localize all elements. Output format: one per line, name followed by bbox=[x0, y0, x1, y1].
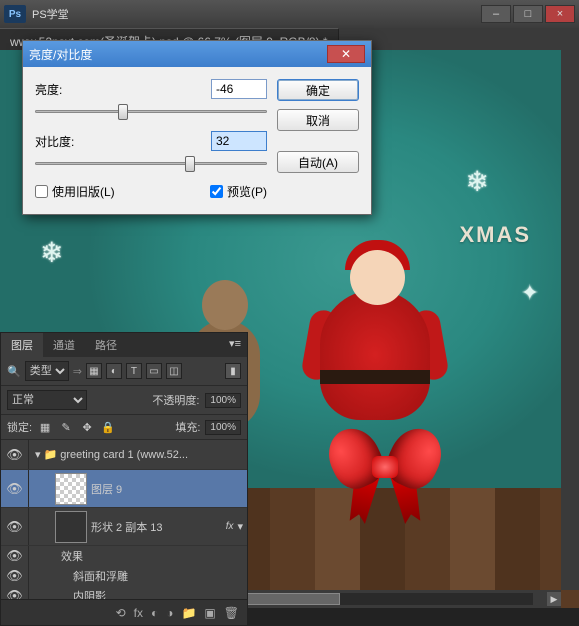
slider-thumb[interactable] bbox=[118, 104, 128, 120]
preview-input[interactable] bbox=[210, 185, 223, 198]
lock-all-icon[interactable]: 🔒 bbox=[100, 419, 116, 435]
tab-channels[interactable]: 通道 bbox=[43, 333, 85, 357]
app-badge: Ps bbox=[4, 5, 26, 23]
layer-row[interactable]: 👁 形状 2 副本 13 fx ▾ bbox=[1, 508, 247, 546]
canvas-text-xmas: XMAS bbox=[459, 222, 531, 248]
santa-graphic bbox=[300, 250, 450, 450]
filter-shape-icon[interactable]: ▭ bbox=[146, 363, 162, 379]
lock-row: 锁定: ▦ ✎ ✥ 🔒 填充: 100% bbox=[1, 415, 247, 440]
fx-inner-shadow-row[interactable]: 👁 内阴影 bbox=[1, 586, 247, 599]
scroll-right-icon[interactable]: ▶ bbox=[547, 592, 561, 606]
layers-bottom-bar: ⟲ fx ◐ ◑ 📁 ▣ 🗑 bbox=[1, 599, 247, 625]
brightness-contrast-dialog: 亮度/对比度 ✕ 亮度: 对比度: bbox=[22, 40, 372, 215]
window-maximize-button[interactable]: □ bbox=[513, 5, 543, 23]
fill-label: 填充: bbox=[175, 419, 200, 435]
layer-name[interactable]: 图层 9 bbox=[91, 481, 243, 497]
new-group-icon[interactable]: 📁 bbox=[181, 606, 196, 620]
blend-mode-select[interactable]: 正常 bbox=[7, 390, 87, 410]
layer-filter-row: 🔍 类型 ⇒ ▦ ◐ T ▭ ◫ ▮ bbox=[1, 357, 247, 386]
fx-bevel-row[interactable]: 👁 斜面和浮雕 bbox=[1, 566, 247, 586]
blend-row: 正常 不透明度: 100% bbox=[1, 386, 247, 415]
fx-badge[interactable]: fx bbox=[226, 521, 234, 532]
filter-pixel-icon[interactable]: ▦ bbox=[86, 363, 102, 379]
use-legacy-input[interactable] bbox=[35, 185, 48, 198]
preview-checkbox[interactable]: 预览(P) bbox=[210, 183, 267, 200]
panel-menu-icon[interactable]: ▾≡ bbox=[223, 333, 247, 357]
new-layer-icon[interactable]: ▣ bbox=[204, 606, 215, 620]
app-titlebar: Ps PS学堂 – □ × bbox=[0, 0, 579, 28]
fx-collapse-icon[interactable]: ▾ bbox=[237, 520, 243, 533]
visibility-toggle[interactable]: 👁 bbox=[1, 586, 29, 599]
lock-position-icon[interactable]: ✥ bbox=[79, 419, 95, 435]
lock-label: 锁定: bbox=[7, 419, 32, 435]
titlebar-doc-label: PS学堂 bbox=[32, 6, 69, 22]
layer-mask-icon[interactable]: ◐ bbox=[151, 606, 158, 620]
layer-name[interactable]: greeting card 1 (www.52... bbox=[60, 449, 243, 461]
fill-value[interactable]: 100% bbox=[205, 420, 241, 435]
visibility-toggle[interactable]: 👁 bbox=[1, 508, 29, 545]
visibility-toggle[interactable]: 👁 bbox=[1, 566, 29, 586]
contrast-slider[interactable] bbox=[35, 153, 267, 175]
fx-effects-row[interactable]: 👁 效果 bbox=[1, 546, 247, 566]
filter-smart-icon[interactable]: ◫ bbox=[166, 363, 182, 379]
layer-row-selected[interactable]: 👁 图层 9 bbox=[1, 470, 247, 508]
auto-button[interactable]: 自动(A) bbox=[277, 151, 359, 173]
link-layers-icon[interactable]: ⟲ bbox=[116, 606, 126, 620]
visibility-toggle[interactable]: 👁 bbox=[1, 440, 29, 469]
layer-thumbnail[interactable] bbox=[55, 511, 87, 543]
layer-name[interactable]: 形状 2 副本 13 bbox=[91, 519, 222, 535]
dialog-title: 亮度/对比度 bbox=[29, 46, 327, 63]
vertical-scrollbar[interactable] bbox=[561, 50, 579, 590]
ribbon-graphic bbox=[330, 428, 440, 528]
contrast-input[interactable] bbox=[211, 131, 267, 151]
filter-toggle[interactable]: ▮ bbox=[225, 363, 241, 379]
layer-tree: 👁 ▾ 📁 greeting card 1 (www.52... 👁 图层 9 … bbox=[1, 440, 247, 599]
ok-button[interactable]: 确定 bbox=[277, 79, 359, 101]
window-close-button[interactable]: × bbox=[545, 5, 575, 23]
use-legacy-checkbox[interactable]: 使用旧版(L) bbox=[35, 183, 115, 200]
use-legacy-label: 使用旧版(L) bbox=[52, 183, 115, 200]
visibility-toggle[interactable]: 👁 bbox=[1, 546, 29, 566]
cancel-button[interactable]: 取消 bbox=[277, 109, 359, 131]
window-minimize-button[interactable]: – bbox=[481, 5, 511, 23]
filter-type-icon[interactable]: T bbox=[126, 363, 142, 379]
tab-layers[interactable]: 图层 bbox=[1, 333, 43, 357]
layer-style-icon[interactable]: fx bbox=[134, 606, 143, 620]
lock-pixels-icon[interactable]: ✎ bbox=[58, 419, 74, 435]
snowflake-icon: ❄ bbox=[40, 236, 63, 269]
collapse-icon[interactable]: ▾ bbox=[35, 448, 41, 461]
filter-kind-select[interactable]: 类型 bbox=[25, 361, 69, 381]
opacity-value[interactable]: 100% bbox=[205, 393, 241, 408]
visibility-toggle[interactable]: 👁 bbox=[1, 470, 29, 507]
dialog-titlebar[interactable]: 亮度/对比度 ✕ bbox=[23, 41, 371, 67]
dialog-close-button[interactable]: ✕ bbox=[327, 45, 365, 63]
brightness-input[interactable] bbox=[211, 79, 267, 99]
delete-layer-icon[interactable]: 🗑 bbox=[224, 606, 239, 620]
layer-thumbnail[interactable] bbox=[55, 473, 87, 505]
layer-group-row[interactable]: 👁 ▾ 📁 greeting card 1 (www.52... bbox=[1, 440, 247, 470]
adjustment-layer-icon[interactable]: ◑ bbox=[166, 606, 173, 620]
folder-icon: 📁 bbox=[44, 448, 58, 461]
search-icon: 🔍 bbox=[7, 365, 21, 378]
snowflake-icon: ✦ bbox=[521, 280, 539, 306]
brightness-slider[interactable] bbox=[35, 101, 267, 123]
contrast-label: 对比度: bbox=[35, 133, 89, 150]
tab-paths[interactable]: 路径 bbox=[85, 333, 127, 357]
snowflake-icon: ❄ bbox=[466, 165, 489, 198]
slider-thumb[interactable] bbox=[185, 156, 195, 172]
layers-panel: 图层 通道 路径 ▾≡ 🔍 类型 ⇒ ▦ ◐ T ▭ ◫ ▮ 正常 不透明度: … bbox=[0, 332, 248, 626]
opacity-label: 不透明度: bbox=[152, 392, 199, 408]
brightness-label: 亮度: bbox=[35, 81, 89, 98]
panel-tabs: 图层 通道 路径 ▾≡ bbox=[1, 333, 247, 357]
filter-adjust-icon[interactable]: ◐ bbox=[106, 363, 122, 379]
preview-label: 预览(P) bbox=[227, 183, 267, 200]
lock-transparent-icon[interactable]: ▦ bbox=[37, 419, 53, 435]
